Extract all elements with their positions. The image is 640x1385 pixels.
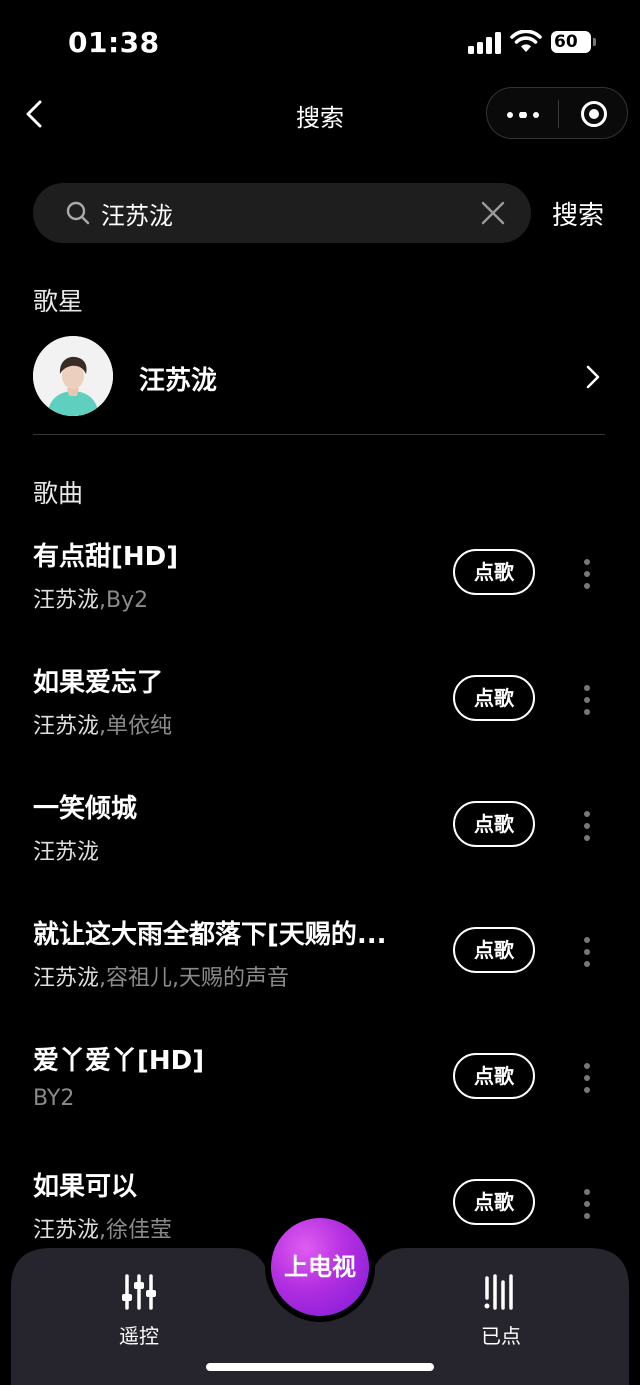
tab-remote[interactable]: 遥控 xyxy=(94,1272,184,1349)
search-button[interactable]: 搜索 xyxy=(552,195,604,232)
song-title: 如果爱忘了 xyxy=(33,668,164,698)
clear-icon[interactable] xyxy=(479,199,507,227)
order-song-button[interactable]: 点歌 xyxy=(453,1179,535,1225)
more-vertical-icon[interactable] xyxy=(583,1188,591,1220)
nav-bar: 搜索 xyxy=(0,86,640,142)
status-bar: 01:38 60 xyxy=(0,0,640,86)
section-title-singer: 歌星 xyxy=(33,287,84,316)
remote-control-icon xyxy=(122,1274,156,1310)
more-vertical-icon[interactable] xyxy=(583,810,591,842)
song-artists: 汪苏泷,徐佳莹 xyxy=(33,1218,173,1243)
cellular-signal-icon xyxy=(468,32,501,54)
song-item[interactable]: 如果爱忘了 汪苏泷,单依纯 点歌 xyxy=(33,662,605,762)
playlist-icon xyxy=(484,1274,513,1310)
battery-cap xyxy=(593,38,596,46)
song-item[interactable]: 爱丫爱丫[HD] BY2 点歌 xyxy=(33,1040,605,1140)
song-title: 爱丫爱丫[HD] xyxy=(33,1046,205,1076)
song-artists: 汪苏泷,By2 xyxy=(33,588,149,613)
song-item[interactable]: 就让这大雨全都落下[天赐的... 汪苏泷,容祖儿,天赐的声音 点歌 xyxy=(33,914,605,1014)
order-song-button[interactable]: 点歌 xyxy=(453,801,535,847)
avatar xyxy=(33,336,113,416)
song-title: 有点甜[HD] xyxy=(33,542,179,572)
song-artists: BY2 xyxy=(33,1086,75,1111)
wifi-icon xyxy=(510,30,542,52)
status-time: 01:38 xyxy=(68,26,160,59)
cast-to-tv-button[interactable]: 上电视 xyxy=(271,1218,369,1316)
song-title: 如果可以 xyxy=(33,1172,138,1202)
song-artists: 汪苏泷,容祖儿,天赐的声音 xyxy=(33,966,290,991)
song-artists: 汪苏泷,单依纯 xyxy=(33,714,173,739)
order-song-button[interactable]: 点歌 xyxy=(453,1053,535,1099)
mini-program-capsule xyxy=(486,87,628,139)
order-song-button[interactable]: 点歌 xyxy=(453,675,535,721)
song-item[interactable]: 有点甜[HD] 汪苏泷,By2 点歌 xyxy=(33,536,605,636)
tab-remote-label: 遥控 xyxy=(119,1324,159,1348)
song-item[interactable]: 一笑倾城 汪苏泷 点歌 xyxy=(33,788,605,888)
tab-ordered[interactable]: 已点 xyxy=(456,1272,546,1349)
more-vertical-icon[interactable] xyxy=(583,684,591,716)
search-box xyxy=(33,183,531,243)
more-vertical-icon[interactable] xyxy=(583,1062,591,1094)
song-title: 一笑倾城 xyxy=(33,794,138,824)
close-miniprogram-icon[interactable] xyxy=(580,100,608,128)
order-song-button[interactable]: 点歌 xyxy=(453,549,535,595)
search-icon xyxy=(66,201,90,225)
order-song-button[interactable]: 点歌 xyxy=(453,927,535,973)
more-vertical-icon[interactable] xyxy=(583,936,591,968)
home-indicator xyxy=(206,1363,434,1371)
song-artists: 汪苏泷 xyxy=(33,840,100,865)
section-title-songs: 歌曲 xyxy=(33,479,84,508)
singer-row[interactable]: 汪苏泷 xyxy=(33,336,605,416)
singer-name: 汪苏泷 xyxy=(139,366,218,396)
chevron-right-icon xyxy=(586,365,600,389)
section-divider xyxy=(33,434,605,435)
tab-ordered-label: 已点 xyxy=(481,1324,521,1348)
song-title: 就让这大雨全都落下[天赐的... xyxy=(33,920,387,950)
capsule-divider xyxy=(558,100,559,128)
battery-indicator: 60 xyxy=(551,31,591,53)
search-input[interactable] xyxy=(101,183,461,243)
more-vertical-icon[interactable] xyxy=(583,558,591,590)
avatar-image xyxy=(33,336,113,416)
more-options-icon[interactable] xyxy=(507,112,539,118)
